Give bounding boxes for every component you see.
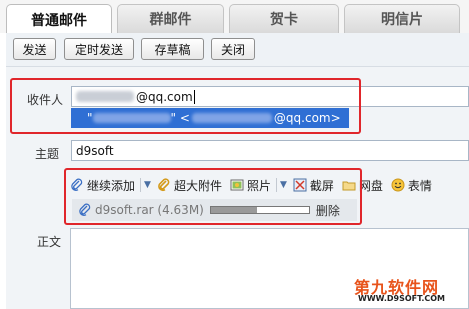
tab-greeting-card[interactable]: 贺卡 [229, 4, 339, 33]
emoji-button[interactable]: 表情 [391, 177, 432, 194]
save-draft-button[interactable]: 存草稿 [141, 38, 204, 60]
body-label: 正文 [37, 235, 62, 249]
close-button[interactable]: 关闭 [211, 38, 255, 60]
tab-bar: 普通邮件 群邮件 贺卡 明信片 [0, 0, 469, 34]
send-button[interactable]: 发送 [13, 38, 56, 60]
tab-postcard[interactable]: 明信片 [344, 4, 460, 33]
subject-label: 主题 [35, 147, 60, 161]
compose-toolbar: 发送 定时发送 存草稿 关闭 [6, 33, 469, 67]
emoji-label: 表情 [407, 178, 432, 193]
tab-normal-mail[interactable]: 普通邮件 [6, 4, 112, 34]
timed-send-button[interactable]: 定时发送 [64, 38, 134, 60]
netdisk-label: 网盘 [358, 178, 383, 193]
watermark-url: WWW.D9SOFT.COM [358, 294, 446, 303]
tab-group-mail[interactable]: 群邮件 [117, 4, 224, 33]
subject-value: d9soft [76, 143, 114, 158]
emoji-icon [391, 178, 405, 192]
highlight-box-attachment [64, 168, 362, 225]
subject-input[interactable]: d9soft [71, 140, 469, 161]
highlight-box-recipient [10, 78, 361, 134]
